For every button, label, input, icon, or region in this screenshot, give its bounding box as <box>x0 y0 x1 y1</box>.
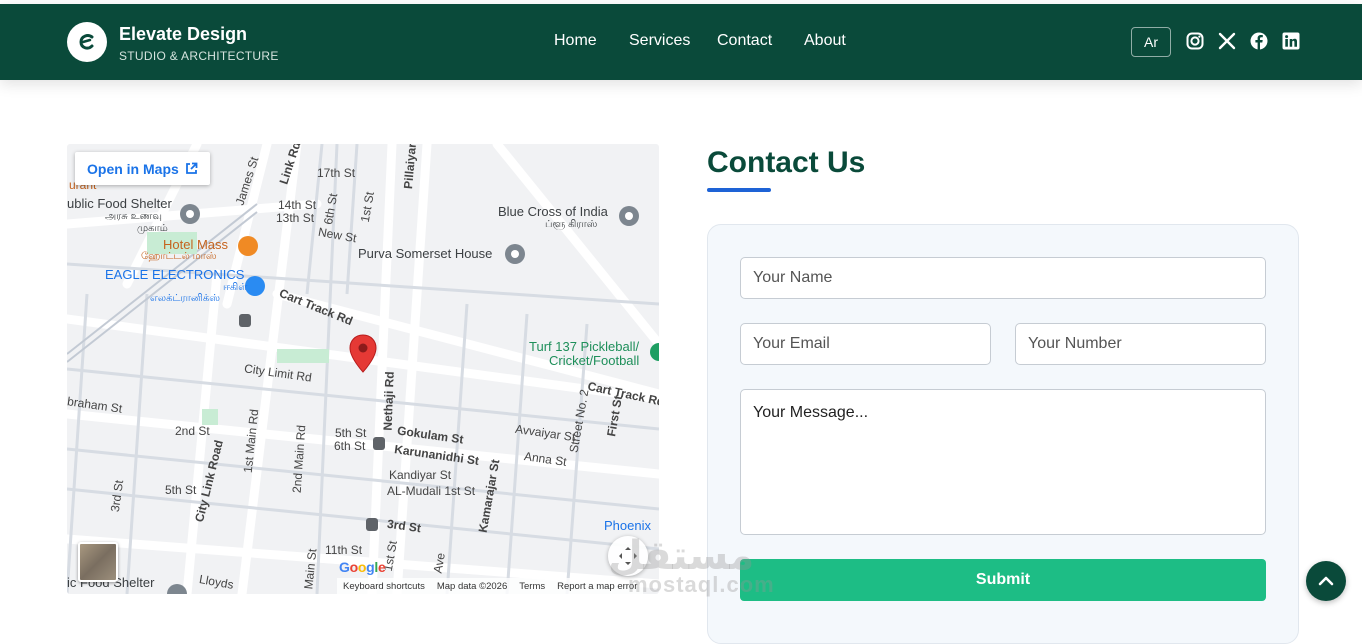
map-place-label: EAGLE ELECTRONICS <box>105 267 245 282</box>
facebook-icon[interactable] <box>1250 32 1268 50</box>
brand-tagline: STUDIO & ARCHITECTURE <box>119 49 279 63</box>
map-road-label: 14th St <box>278 198 317 212</box>
map-road-label: AL-Mudali 1st St <box>387 484 476 498</box>
nav-contact[interactable]: Contact <box>717 32 772 50</box>
map-pan-control[interactable] <box>608 536 648 576</box>
nav-home[interactable]: Home <box>554 32 597 50</box>
map-road-label: 5th St <box>335 426 367 440</box>
google-logo: Google <box>339 559 386 575</box>
map-place-label: Phoenix <box>604 518 651 533</box>
x-icon[interactable] <box>1218 32 1236 50</box>
title-underline <box>707 188 771 192</box>
submit-button[interactable]: Submit <box>740 559 1266 601</box>
message-field[interactable] <box>740 389 1266 535</box>
map-place-label: அரசு உணவு <box>105 211 162 222</box>
leaf-e-logo-icon <box>79 34 94 50</box>
brand-logo[interactable] <box>67 22 107 62</box>
contact-title: Contact Us <box>707 146 866 179</box>
satellite-toggle-thumbnail[interactable] <box>78 542 118 582</box>
map-place-label: Blue Cross of India <box>498 204 608 219</box>
linkedin-icon[interactable] <box>1282 32 1300 50</box>
map-place-label: Purva Somerset House <box>358 246 493 261</box>
instagram-icon[interactable] <box>1186 32 1204 50</box>
map-road-label: 17th St <box>317 166 356 180</box>
chevron-up-icon <box>1318 576 1334 586</box>
map-road-label: Kandiyar St <box>389 468 452 482</box>
map-data-label: Map data ©2026 <box>436 580 508 592</box>
map-place-label: ஈகிள் <box>223 282 248 293</box>
map-place-label: Turf 137 Pickleball/ <box>529 339 640 354</box>
move-arrows-icon <box>619 547 637 565</box>
nav-services[interactable]: Services <box>629 32 690 50</box>
map-road-label: 11th St <box>325 543 363 557</box>
scroll-to-top-button[interactable] <box>1306 561 1346 601</box>
map-footer: Keyboard shortcuts Map data ©2026 Terms … <box>337 578 644 594</box>
map-road-label: 6th St <box>334 439 366 453</box>
map-place-label: ublic Food Shelter <box>67 196 172 211</box>
name-field[interactable] <box>740 257 1266 299</box>
email-field[interactable] <box>740 323 991 365</box>
embedded-map[interactable]: urant ublic Food Shelter அரசு உணவு முகாம… <box>67 144 659 594</box>
open-in-maps-link[interactable]: Open in Maps <box>75 152 210 185</box>
map-road-label: 13th St <box>276 211 315 225</box>
map-road-label: 2nd St <box>175 424 210 438</box>
map-place-label: Hotel Mass <box>163 237 229 252</box>
map-place-label: முகாம் <box>137 223 168 234</box>
map-road-label: 5th St <box>165 483 197 497</box>
open-in-maps-label: Open in Maps <box>87 160 179 177</box>
map-pin-icon[interactable] <box>349 334 377 374</box>
language-toggle-button[interactable]: Ar <box>1131 27 1171 57</box>
keyboard-shortcuts-link[interactable]: Keyboard shortcuts <box>343 581 425 592</box>
report-map-error-link[interactable]: Report a map error <box>557 581 637 592</box>
map-place-label: எலக்ட்ரானிக்ஸ் <box>150 293 220 304</box>
number-field[interactable] <box>1015 323 1266 365</box>
site-header: Elevate Design STUDIO & ARCHITECTURE Hom… <box>0 4 1362 80</box>
map-place-label: ஹோட்டல் மாஸ் <box>141 251 217 262</box>
map-road-label: Nethaji Rd <box>380 371 397 431</box>
nav-about[interactable]: About <box>804 32 846 50</box>
external-link-icon <box>185 162 198 174</box>
map-place-label: Cricket/Football <box>549 353 640 368</box>
map-place-label: ப்ளூ கிராஸ் <box>545 219 598 230</box>
terms-link[interactable]: Terms <box>519 581 545 592</box>
brand-name[interactable]: Elevate Design <box>119 24 247 45</box>
